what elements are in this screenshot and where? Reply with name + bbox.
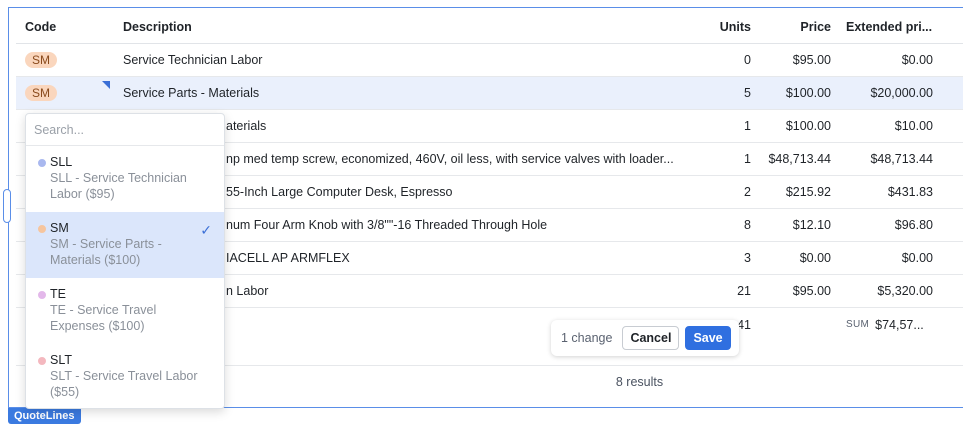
widget-label: QuoteLines — [8, 408, 81, 424]
pending-changes-bar: 1 change Cancel Save — [551, 320, 739, 356]
code-cell[interactable]: SM — [25, 44, 115, 76]
column-header-units[interactable]: Units — [696, 11, 751, 43]
dropdown-option-slt[interactable]: SLT SLT - Service Travel Labor ($55) — [26, 344, 224, 408]
extended-price-cell: $5,320.00 — [877, 284, 933, 298]
description-cell[interactable]: 55-Inch Large Computer Desk, Espresso — [226, 176, 691, 208]
change-count: 1 change — [561, 331, 613, 345]
units-cell[interactable]: 8 — [696, 209, 751, 241]
units-cell[interactable]: 21 — [696, 275, 751, 307]
option-name: SLL — [50, 155, 73, 169]
description-cell[interactable]: Service Parts - Materials — [123, 77, 693, 109]
units-cell[interactable]: 3 — [696, 242, 751, 274]
cancel-button[interactable]: Cancel — [622, 326, 680, 350]
option-description: TE - Service Travel Expenses ($100) — [50, 303, 157, 333]
option-name: SM — [50, 221, 69, 235]
extended-price-cell: $20,000.00 — [870, 86, 933, 100]
option-name: SLT — [50, 353, 72, 367]
extended-price-cell: $10.00 — [894, 119, 933, 133]
edited-cell-marker — [102, 81, 110, 89]
column-header-code[interactable]: Code — [25, 11, 115, 43]
table-row-selected[interactable]: SM Service Parts - Materials 5 $100.00 $… — [16, 77, 963, 110]
option-description: SM - Service Parts - Materials ($100) — [50, 237, 162, 267]
color-dot — [38, 291, 46, 299]
extended-price-total: SUM $74,57... — [838, 308, 933, 341]
description-cell[interactable]: np med temp screw, economized, 460V, oil… — [226, 143, 691, 175]
description-cell[interactable]: num Four Arm Knob with 3/8""-16 Threaded… — [226, 209, 691, 241]
price-cell[interactable]: $95.00 — [756, 44, 831, 76]
extended-price-cell: $0.00 — [901, 53, 933, 67]
option-description: SLL - Service Technician Labor ($95) — [50, 171, 187, 201]
price-cell[interactable]: $48,713.44 — [756, 143, 831, 175]
option-name: TE — [50, 287, 66, 301]
description-cell[interactable]: IACELL AP ARMFLEX — [226, 242, 691, 274]
sum-value: $74,57... — [875, 317, 924, 332]
units-cell[interactable]: 1 — [696, 143, 751, 175]
save-button[interactable]: Save — [685, 326, 731, 350]
price-cell[interactable]: $100.00 — [756, 77, 831, 109]
dropdown-search — [26, 114, 224, 146]
table-header: Code Description Units Price Extended pr… — [16, 11, 963, 44]
extended-price-cell: $431.83 — [887, 185, 933, 199]
column-header-price[interactable]: Price — [756, 11, 831, 43]
extended-price-cell: $0.00 — [901, 251, 933, 265]
color-dot — [38, 357, 46, 365]
code-dropdown: SLL SLL - Service Technician Labor ($95)… — [25, 113, 225, 409]
units-cell[interactable]: 2 — [696, 176, 751, 208]
column-header-description[interactable]: Description — [123, 11, 693, 43]
extended-price-cell: $48,713.44 — [870, 152, 933, 166]
resize-handle[interactable] — [3, 189, 11, 223]
units-cell[interactable]: 0 — [696, 44, 751, 76]
price-cell[interactable]: $100.00 — [756, 110, 831, 142]
check-icon: ✓ — [200, 222, 212, 238]
price-cell[interactable]: $95.00 — [756, 275, 831, 307]
table-row[interactable]: SM Service Technician Labor 0 $95.00 $0.… — [16, 44, 963, 77]
price-cell[interactable]: $0.00 — [756, 242, 831, 274]
code-badge: SM — [25, 85, 57, 101]
color-dot — [38, 159, 46, 167]
description-cell[interactable]: n Labor — [226, 275, 691, 307]
price-cell[interactable]: $12.10 — [756, 209, 831, 241]
option-description: SLT - Service Travel Labor ($55) — [50, 369, 198, 399]
units-cell[interactable]: 5 — [696, 77, 751, 109]
price-cell[interactable]: $215.92 — [756, 176, 831, 208]
search-input[interactable] — [34, 122, 214, 137]
dropdown-option-te[interactable]: TE TE - Service Travel Expenses ($100) — [26, 278, 224, 344]
dropdown-option-sll[interactable]: SLL SLL - Service Technician Labor ($95) — [26, 146, 224, 212]
dropdown-option-sm[interactable]: SM SM - Service Parts - Materials ($100)… — [26, 212, 224, 278]
column-header-extended-price[interactable]: Extended pri... — [846, 11, 941, 43]
color-dot — [38, 225, 46, 233]
sum-label: SUM — [846, 319, 870, 330]
description-cell[interactable]: Service Technician Labor — [123, 44, 693, 76]
units-cell[interactable]: 1 — [696, 110, 751, 142]
code-badge: SM — [25, 52, 57, 68]
extended-price-cell: $96.80 — [894, 218, 933, 232]
